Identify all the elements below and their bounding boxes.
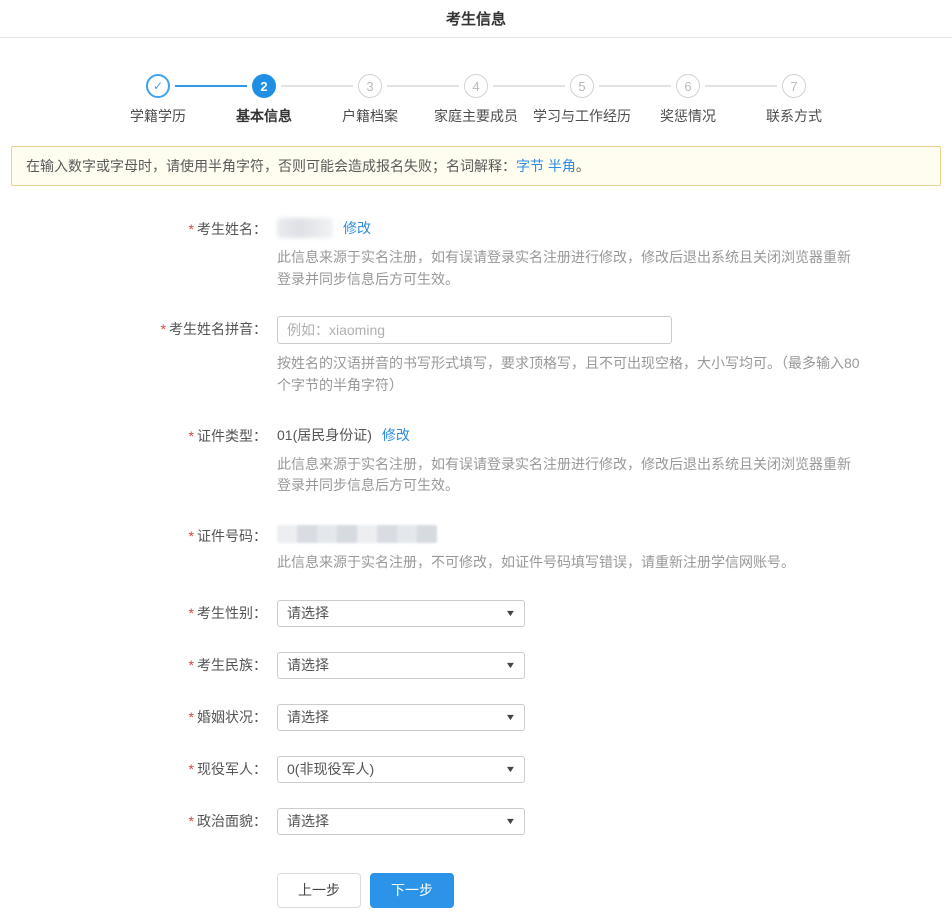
field-label: *现役军人： xyxy=(0,756,277,783)
form-actions: 上一步 下一步 xyxy=(277,873,952,908)
previous-step-button[interactable]: 上一步 xyxy=(277,873,361,908)
step-number: 2 xyxy=(252,74,276,98)
chevron-down-icon: ▼ xyxy=(505,764,517,774)
ethnicity-selected-value: 请选择 xyxy=(287,655,329,675)
field-political-status: *政治面貌： 请选择 ▼ xyxy=(0,808,952,835)
field-label: *婚姻状况： xyxy=(0,704,277,731)
required-asterisk: * xyxy=(189,605,194,621)
chevron-down-icon: ▼ xyxy=(505,712,517,722)
required-asterisk: * xyxy=(189,221,194,237)
field-help-text: 此信息来源于实名注册，如有误请登录实名注册进行修改，修改后退出系统且关闭浏览器重… xyxy=(277,454,862,497)
field-label: *考生民族： xyxy=(0,652,277,679)
step-connector xyxy=(281,85,353,87)
required-asterisk: * xyxy=(189,813,194,829)
required-asterisk: * xyxy=(189,709,194,725)
military-service-select[interactable]: 0(非现役军人) ▼ xyxy=(277,756,525,783)
next-step-button[interactable]: 下一步 xyxy=(370,873,454,908)
halfwidth-notice-banner: 在输入数字或字母时，请使用半角字符，否则可能会造成报名失败；名词解释：字节 半角… xyxy=(11,146,941,186)
step-5-study-work[interactable]: 5 学习与工作经历 xyxy=(529,74,635,126)
step-label: 联系方式 xyxy=(766,106,822,126)
step-connector xyxy=(599,85,671,87)
step-1-xueji-xueli[interactable]: ✓ 学籍学历 xyxy=(105,74,211,126)
step-connector xyxy=(175,85,247,87)
id-number-redacted-value xyxy=(277,525,437,543)
field-label: *证件号码： xyxy=(0,523,277,574)
step-connector xyxy=(705,85,777,87)
required-asterisk: * xyxy=(189,428,194,444)
field-label: *考生姓名拼音： xyxy=(0,316,277,396)
ethnicity-select[interactable]: 请选择 ▼ xyxy=(277,652,525,679)
step-label: 家庭主要成员 xyxy=(434,106,518,126)
field-label: *考生姓名： xyxy=(0,216,277,290)
step-2-basic-info[interactable]: 2 基本信息 xyxy=(211,74,317,126)
chevron-down-icon: ▼ xyxy=(505,660,517,670)
step-6-rewards-punishments[interactable]: 6 奖惩情况 xyxy=(635,74,741,126)
stepper: ✓ 学籍学历 2 基本信息 3 户籍档案 4 家庭主要成员 5 学习与工作经历 … xyxy=(105,74,847,126)
step-label: 学习与工作经历 xyxy=(533,106,631,126)
field-id-number: *证件号码： 此信息来源于实名注册，不可修改，如证件号码填写错误，请重新注册学信… xyxy=(0,523,952,574)
field-id-type: *证件类型： 01(居民身份证) 修改 此信息来源于实名注册，如有误请登录实名注… xyxy=(0,423,952,497)
chevron-down-icon: ▼ xyxy=(505,816,517,826)
notice-suffix: 。 xyxy=(576,158,590,174)
field-gender: *考生性别： 请选择 ▼ xyxy=(0,600,952,627)
gender-selected-value: 请选择 xyxy=(287,603,329,623)
field-label: *政治面貌： xyxy=(0,808,277,835)
political-selected-value: 请选择 xyxy=(287,811,329,831)
marital-status-select[interactable]: 请选择 ▼ xyxy=(277,704,525,731)
pinyin-input[interactable] xyxy=(277,316,672,344)
step-3-huji-dangan[interactable]: 3 户籍档案 xyxy=(317,74,423,126)
gender-select[interactable]: 请选择 ▼ xyxy=(277,600,525,627)
required-asterisk: * xyxy=(189,761,194,777)
political-status-select[interactable]: 请选择 ▼ xyxy=(277,808,525,835)
field-help-text: 此信息来源于实名注册，如有误请登录实名注册进行修改，修改后退出系统且关闭浏览器重… xyxy=(277,247,862,290)
field-label: *考生性别： xyxy=(0,600,277,627)
step-label: 基本信息 xyxy=(236,106,292,126)
step-connector xyxy=(493,85,565,87)
field-label: *证件类型： xyxy=(0,423,277,497)
candidate-info-form: *考生姓名： 修改 此信息来源于实名注册，如有误请登录实名注册进行修改，修改后退… xyxy=(0,216,952,908)
check-icon: ✓ xyxy=(146,74,170,98)
chevron-down-icon: ▼ xyxy=(505,608,517,618)
step-number: 5 xyxy=(570,74,594,98)
field-marital-status: *婚姻状况： 请选择 ▼ xyxy=(0,704,952,731)
field-military-service: *现役军人： 0(非现役军人) ▼ xyxy=(0,756,952,783)
military-selected-value: 0(非现役军人) xyxy=(287,759,374,779)
candidate-name-redacted-value xyxy=(277,218,333,238)
page-header: 考生信息 xyxy=(0,0,952,38)
step-number: 7 xyxy=(782,74,806,98)
modify-name-link[interactable]: 修改 xyxy=(343,218,371,238)
field-ethnicity: *考生民族： 请选择 ▼ xyxy=(0,652,952,679)
marital-selected-value: 请选择 xyxy=(287,707,329,727)
step-4-family-members[interactable]: 4 家庭主要成员 xyxy=(423,74,529,126)
step-number: 3 xyxy=(358,74,382,98)
field-help-text: 按姓名的汉语拼音的书写形式填写，要求顶格写，且不可出现空格，大小写均可。（最多输… xyxy=(277,353,862,396)
step-label: 学籍学历 xyxy=(130,106,186,126)
link-halfwidth-glossary[interactable]: 半角 xyxy=(548,158,576,174)
step-label: 奖惩情况 xyxy=(660,106,716,126)
step-number: 6 xyxy=(676,74,700,98)
required-asterisk: * xyxy=(189,528,194,544)
required-asterisk: * xyxy=(161,321,166,337)
step-number: 4 xyxy=(464,74,488,98)
field-help-text: 此信息来源于实名注册，不可修改，如证件号码填写错误，请重新注册学信网账号。 xyxy=(277,552,862,574)
notice-text: 在输入数字或字母时，请使用半角字符，否则可能会造成报名失败；名词解释： xyxy=(26,158,516,174)
field-candidate-name: *考生姓名： 修改 此信息来源于实名注册，如有误请登录实名注册进行修改，修改后退… xyxy=(0,216,952,290)
step-label: 户籍档案 xyxy=(342,106,398,126)
modify-id-type-link[interactable]: 修改 xyxy=(382,425,410,445)
step-connector xyxy=(387,85,459,87)
field-name-pinyin: *考生姓名拼音： 按姓名的汉语拼音的书写形式填写，要求顶格写，且不可出现空格，大… xyxy=(0,316,952,396)
link-byte-glossary[interactable]: 字节 xyxy=(516,158,544,174)
step-7-contact[interactable]: 7 联系方式 xyxy=(741,74,847,126)
page-title: 考生信息 xyxy=(446,8,506,29)
required-asterisk: * xyxy=(189,657,194,673)
id-type-value: 01(居民身份证) xyxy=(277,425,372,445)
